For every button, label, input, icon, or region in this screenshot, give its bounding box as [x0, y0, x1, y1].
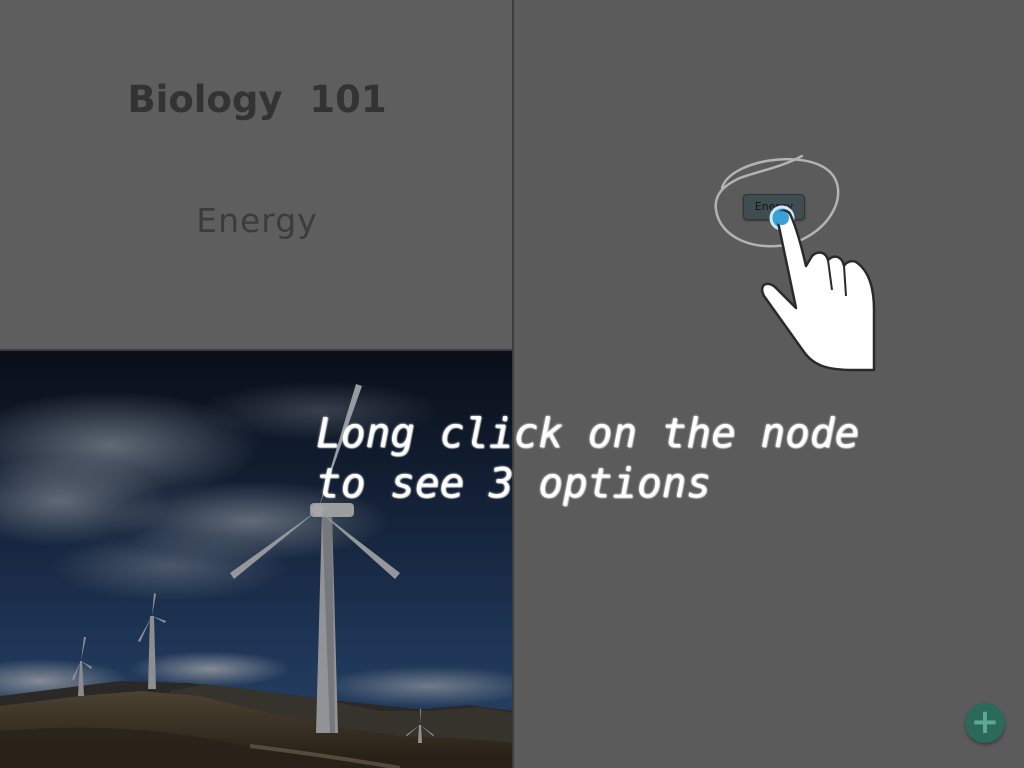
tutorial-line-2: to see 3 options — [316, 459, 711, 507]
topic-title: Energy — [196, 201, 318, 240]
lesson-info-card[interactable]: Biology 101 Energy — [0, 0, 512, 351]
plus-icon: + — [970, 702, 1000, 742]
app-screen: Biology 101 Energy Energy Long click on … — [0, 0, 1024, 768]
course-title: Biology 101 — [127, 78, 387, 121]
mindmap-canvas[interactable] — [514, 0, 1024, 768]
tutorial-line-1: Long click on the node — [316, 409, 860, 457]
add-node-button[interactable]: + — [965, 703, 1005, 743]
lesson-panel: Biology 101 Energy — [0, 0, 514, 768]
tap-hand-icon — [760, 205, 876, 372]
tutorial-instruction: Long click on the node to see 3 options — [316, 408, 1006, 508]
